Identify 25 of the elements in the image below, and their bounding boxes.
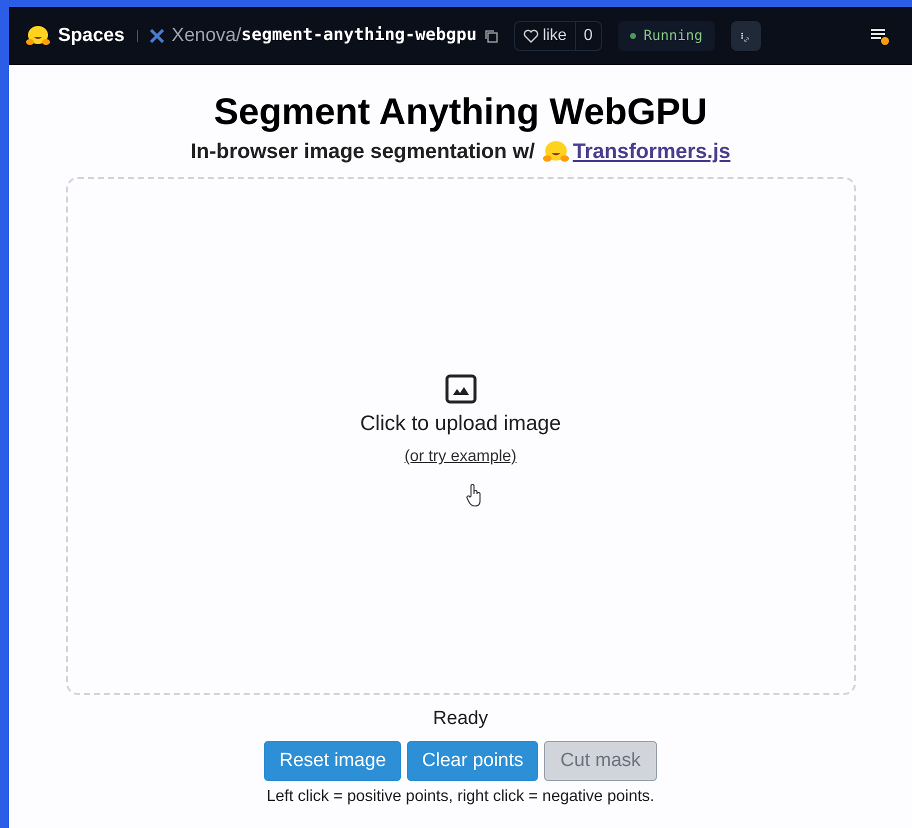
image-icon (444, 374, 476, 404)
menu-icon[interactable] (869, 26, 891, 46)
status-dot-icon (630, 33, 636, 39)
upload-label: Click to upload image (360, 410, 561, 437)
like-button[interactable]: like 0 (514, 21, 602, 51)
path-separator: / (236, 24, 242, 48)
avatar-icon (150, 29, 164, 43)
like-label: like (542, 26, 567, 46)
owner-link[interactable]: Xenova (172, 22, 236, 50)
repo-link[interactable]: segment-anything-webgpu (241, 23, 477, 49)
hint-text: Left click = positive points, right click = negative points. (266, 787, 654, 807)
transformers-link[interactable]: Transformers.js (542, 136, 730, 168)
hugging-face-emoji-icon (542, 140, 569, 164)
spaces-link[interactable]: Spaces (58, 22, 125, 50)
copy-icon[interactable] (484, 30, 498, 42)
page-title: Segment Anything WebGPU (214, 90, 708, 134)
like-count: 0 (574, 22, 601, 50)
example-link[interactable]: (or try example) (404, 445, 517, 470)
subtitle-text: In-browser image segmentation w/ (190, 139, 535, 165)
hand-cursor-icon (466, 483, 484, 508)
status-text: Ready (433, 706, 488, 730)
upload-area[interactable]: Click to upload image (or try example) (66, 176, 856, 694)
heart-icon (522, 29, 539, 43)
hugging-face-logo-icon (26, 25, 50, 47)
running-badge: Running (618, 21, 715, 51)
